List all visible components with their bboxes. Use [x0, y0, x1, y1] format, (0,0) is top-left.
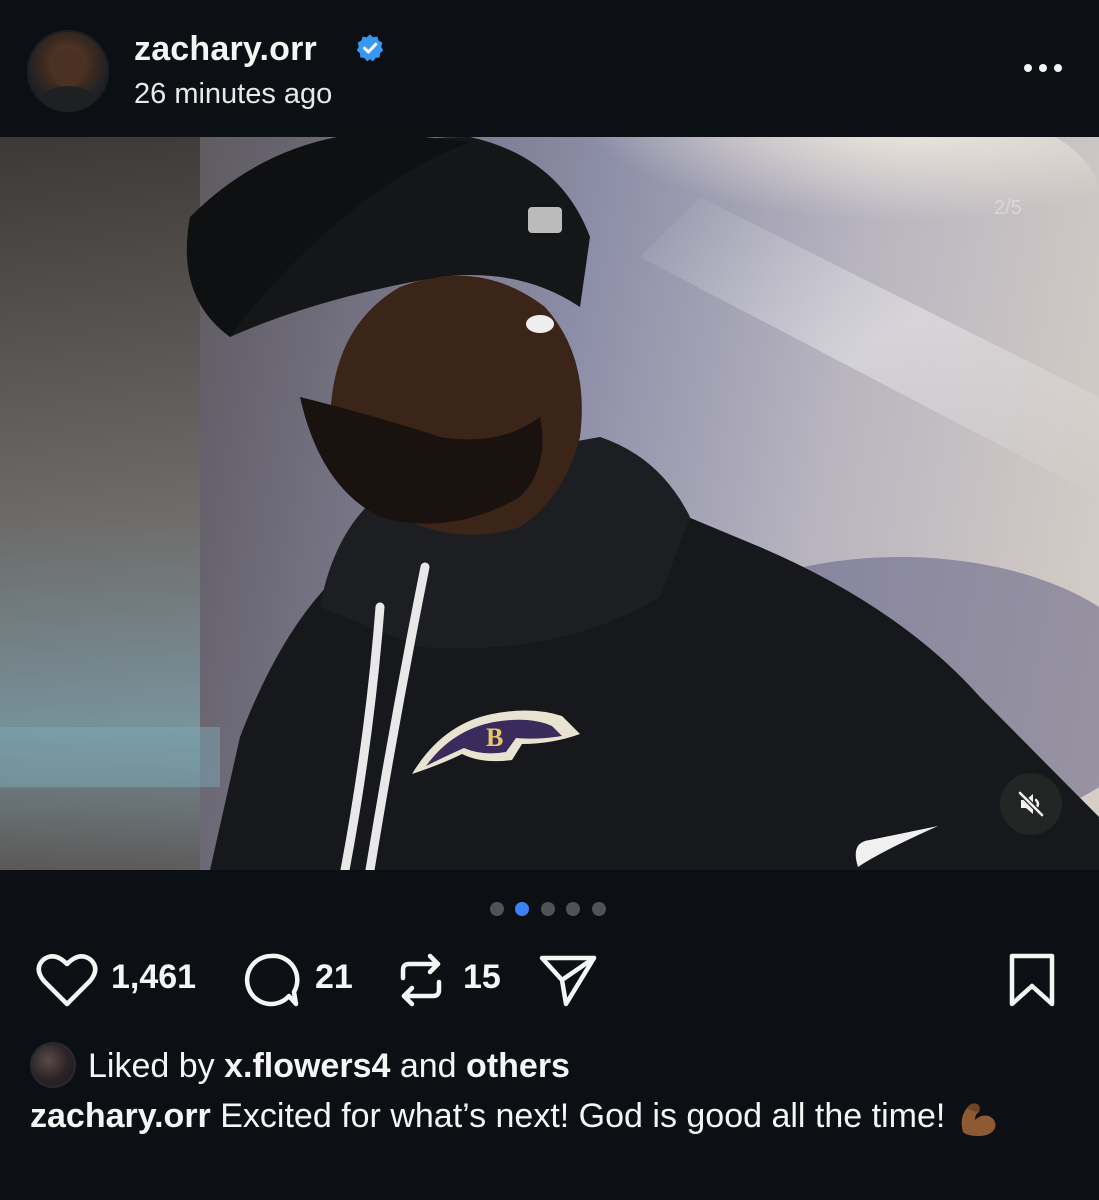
caption-text: Excited for what’s next! God is good all… [220, 1097, 946, 1135]
muted-speaker-icon [1017, 790, 1045, 818]
post-header: zachary.orr 26 minutes ago [0, 0, 1099, 137]
liked-by-row: Liked by x.flowers4 and others [30, 1042, 1070, 1090]
carousel-dot[interactable] [490, 902, 504, 916]
carousel-dot-active[interactable] [515, 902, 529, 916]
post-timestamp: 26 minutes ago [134, 78, 333, 110]
flexed-biceps-icon [961, 1103, 996, 1137]
repost-icon[interactable] [396, 952, 446, 1008]
image-counter: 2/5 [994, 197, 1022, 219]
liked-by-others[interactable]: others [466, 1047, 570, 1085]
post-photo: B [0, 137, 1099, 870]
liker-avatar[interactable] [30, 1042, 76, 1088]
post-media[interactable]: B 2/5 [0, 137, 1099, 870]
carousel-dot[interactable] [566, 902, 580, 916]
verified-badge-icon [356, 34, 384, 62]
comments-count[interactable]: 21 [315, 958, 353, 997]
author-username[interactable]: zachary.orr [134, 30, 317, 69]
post-actions: 1,461 21 15 [0, 940, 1099, 1020]
heart-icon[interactable] [36, 952, 98, 1008]
bookmark-icon[interactable] [1008, 952, 1056, 1008]
liked-by-text[interactable]: Liked by x.flowers4 and others [88, 1047, 570, 1086]
post-caption: zachary.orr Excited for what’s next! God… [30, 1094, 1070, 1138]
mute-button[interactable] [1000, 773, 1062, 835]
liked-by-prefix: Liked by [88, 1047, 215, 1085]
liked-by-conjunction: and [399, 1047, 457, 1085]
svg-text:B: B [486, 723, 503, 752]
share-icon[interactable] [538, 952, 598, 1008]
comment-icon[interactable] [242, 951, 300, 1009]
likes-count[interactable]: 1,461 [111, 958, 196, 997]
reposts-count[interactable]: 15 [463, 958, 501, 997]
carousel-dot[interactable] [592, 902, 606, 916]
more-horizontal-icon[interactable] [1020, 53, 1066, 83]
author-avatar[interactable] [27, 30, 109, 112]
liked-by-user[interactable]: x.flowers4 [224, 1047, 390, 1085]
carousel-dot[interactable] [541, 902, 555, 916]
caption-username[interactable]: zachary.orr [30, 1097, 211, 1135]
